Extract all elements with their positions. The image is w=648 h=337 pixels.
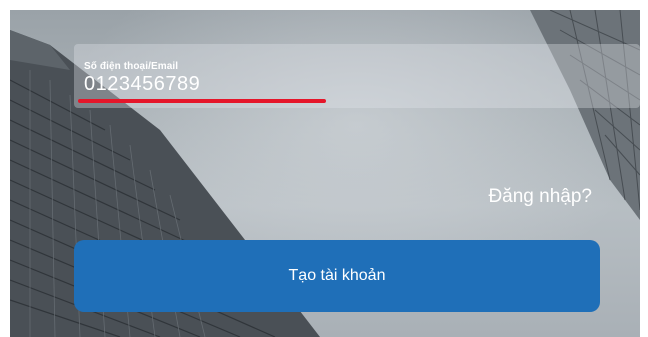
create-account-button[interactable]: Tạo tài khoản [74,240,600,312]
contact-field-label: Số điện thoại/Email [84,61,179,72]
contact-input[interactable] [84,73,384,96]
login-link[interactable]: Đăng nhập? [488,186,592,208]
login-screen: Số điện thoại/Email Đăng nhập? Tạo tài k… [10,10,640,337]
field-highlight-underline [78,99,326,103]
